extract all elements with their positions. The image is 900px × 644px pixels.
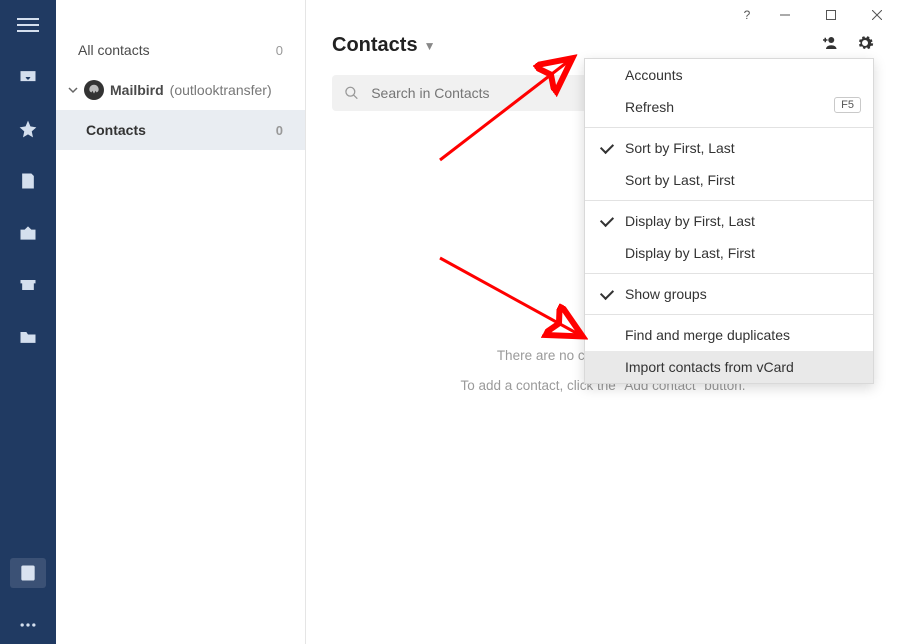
nav-starred[interactable] xyxy=(0,110,56,148)
window-controls: ? xyxy=(732,0,900,30)
add-person-icon xyxy=(820,34,838,52)
menu-find-duplicates[interactable]: Find and merge duplicates xyxy=(585,319,873,351)
nav-archive[interactable] xyxy=(0,266,56,304)
contacts-header: Contacts ▼ xyxy=(332,34,874,57)
shortcut-badge: F5 xyxy=(834,97,861,113)
archive-icon xyxy=(18,275,38,295)
sidebar: All contacts 0 Mailbird (outlooktransfer… xyxy=(56,0,306,644)
minimize-button[interactable] xyxy=(762,0,808,30)
nav-notes[interactable] xyxy=(0,162,56,200)
menu-show-groups[interactable]: Show groups xyxy=(585,278,873,310)
sidebar-folder-label: Contacts xyxy=(86,122,146,138)
page-title: Contacts xyxy=(332,34,418,57)
sidebar-folder-contacts[interactable]: Contacts 0 xyxy=(56,110,305,150)
menu-sort-first-last[interactable]: Sort by First, Last xyxy=(585,132,873,164)
menu-display-first-last[interactable]: Display by First, Last xyxy=(585,205,873,237)
menu-accounts[interactable]: Accounts xyxy=(585,59,873,91)
chevron-down-icon xyxy=(68,85,78,95)
maximize-button[interactable] xyxy=(808,0,854,30)
menu-import-vcard[interactable]: Import contacts from vCard xyxy=(585,351,873,383)
menu-display-last-first[interactable]: Display by Last, First xyxy=(585,237,873,269)
menu-separator xyxy=(585,127,873,128)
sidebar-all-contacts[interactable]: All contacts 0 xyxy=(56,30,305,70)
inbox-icon xyxy=(18,67,38,87)
sidebar-account-name: Mailbird xyxy=(110,82,164,98)
nav-contacts[interactable] xyxy=(0,554,56,592)
hamburger-icon xyxy=(17,17,39,33)
menu-sort-last-first[interactable]: Sort by Last, First xyxy=(585,164,873,196)
folder-icon xyxy=(18,327,38,347)
more-icon xyxy=(18,615,38,635)
menu-separator xyxy=(585,200,873,201)
contacts-title-dropdown[interactable]: Contacts ▼ xyxy=(332,34,435,57)
settings-menu: Accounts Refresh F5 Sort by First, Last … xyxy=(584,58,874,384)
nav-folders[interactable] xyxy=(0,318,56,356)
gear-icon xyxy=(856,34,874,52)
menu-separator xyxy=(585,314,873,315)
sidebar-all-label: All contacts xyxy=(78,42,150,58)
sidebar-folder-count: 0 xyxy=(276,123,283,138)
mailbird-logo-icon xyxy=(84,80,104,100)
help-icon: ? xyxy=(744,8,751,22)
sidebar-all-count: 0 xyxy=(276,43,283,58)
sidebar-account[interactable]: Mailbird (outlooktransfer) xyxy=(56,70,305,110)
star-icon xyxy=(18,119,38,139)
help-button[interactable]: ? xyxy=(732,0,762,30)
minimize-icon xyxy=(780,10,790,20)
close-button[interactable] xyxy=(854,0,900,30)
close-icon xyxy=(872,10,882,20)
note-icon xyxy=(18,171,38,191)
nav-rail xyxy=(0,0,56,644)
contacts-icon xyxy=(18,563,38,583)
chevron-down-icon: ▼ xyxy=(424,39,436,53)
outbox-icon xyxy=(18,223,38,243)
menu-refresh[interactable]: Refresh F5 xyxy=(585,91,873,123)
menu-separator xyxy=(585,273,873,274)
nav-inbox[interactable] xyxy=(0,58,56,96)
settings-button[interactable] xyxy=(856,34,874,57)
search-icon xyxy=(344,85,359,101)
nav-more[interactable] xyxy=(0,606,56,644)
nav-menu-button[interactable] xyxy=(0,6,56,44)
sidebar-account-alias: (outlooktransfer) xyxy=(170,82,272,98)
maximize-icon xyxy=(826,10,836,20)
nav-outbox[interactable] xyxy=(0,214,56,252)
add-contact-button[interactable] xyxy=(820,34,838,57)
